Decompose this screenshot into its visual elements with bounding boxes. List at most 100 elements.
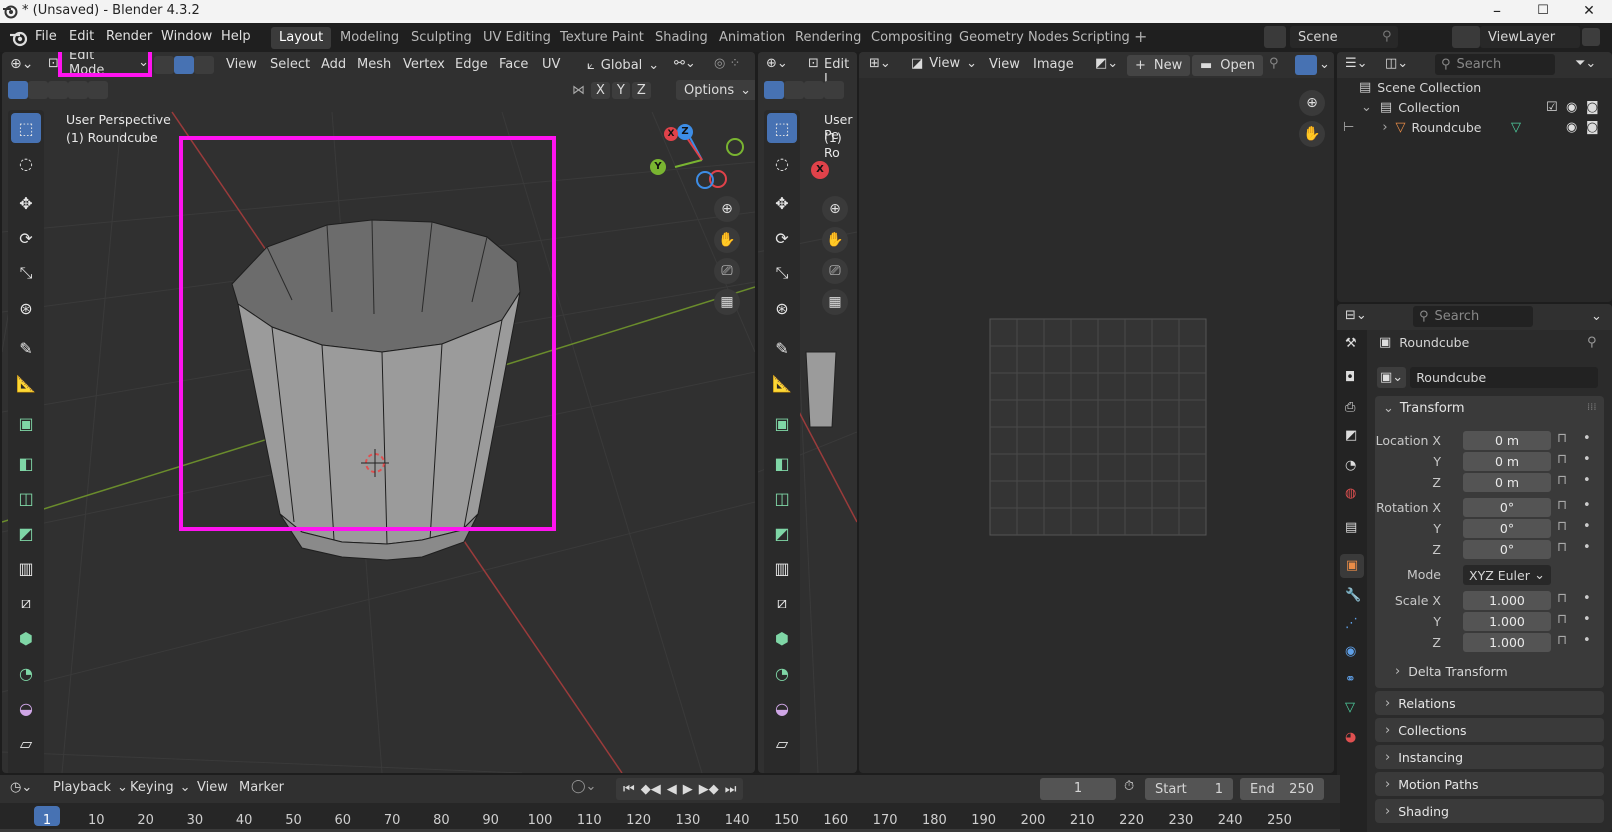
menu-file[interactable]: File <box>35 29 57 44</box>
editor-type-icon[interactable]: ⊕⌄ <box>766 56 788 71</box>
extrude-tool-icon[interactable]: ◧ <box>11 448 41 478</box>
outliner-search[interactable]: ⚲ Search <box>1435 54 1555 75</box>
scene-selector-icon[interactable] <box>1264 26 1286 48</box>
keyframe-dot-icon[interactable]: • <box>1583 591 1591 606</box>
tab-geometry-nodes[interactable]: Geometry Nodes <box>951 27 1077 49</box>
new-view-layer-icon[interactable] <box>1582 28 1600 46</box>
hand-pan-icon[interactable]: ✋ <box>822 227 848 253</box>
relations-panel[interactable]: › Relations <box>1375 691 1604 715</box>
mesh-data-icon[interactable]: ▽ <box>1511 120 1521 135</box>
view-mode-selector[interactable]: ◪ View ⌄ <box>911 56 977 71</box>
menu-select[interactable]: Select <box>270 57 310 72</box>
poly-build-tool-icon[interactable]: ⬢ <box>11 623 41 653</box>
cursor-tool-icon[interactable]: ◌ <box>11 148 41 178</box>
filter-icon[interactable]: ⏷⌄ <box>1575 56 1596 71</box>
keyframe-dot-icon[interactable]: • <box>1583 540 1591 555</box>
lock-icon[interactable]: ⊓ <box>1557 452 1567 467</box>
motion-paths-panel[interactable]: › Motion Paths <box>1375 772 1604 796</box>
scale-z-field[interactable]: 1.000 <box>1463 633 1551 652</box>
add-workspace-button[interactable]: + <box>1134 27 1147 46</box>
hand-pan-icon[interactable]: ✋ <box>1299 121 1325 147</box>
menu-edge[interactable]: Edge <box>455 57 488 72</box>
select-box-invert-icon[interactable] <box>68 81 88 99</box>
transform-tool-icon[interactable]: ⊛ <box>767 293 797 323</box>
lock-icon[interactable]: ⊓ <box>1557 540 1567 555</box>
tab-compositing[interactable]: Compositing <box>863 27 961 49</box>
menu-mesh[interactable]: Mesh <box>357 57 391 72</box>
face-select-icon[interactable] <box>194 56 214 74</box>
material-tab-icon[interactable]: ◕ <box>1345 730 1356 745</box>
menu-image[interactable]: Image <box>1033 57 1074 72</box>
move-tool-icon[interactable]: ✥ <box>767 188 797 218</box>
timeline-view-menu[interactable]: View <box>197 780 228 795</box>
scale-tool-icon[interactable]: ⤡ <box>11 258 41 288</box>
select-box-new-icon[interactable] <box>764 81 784 99</box>
knife-tool-icon[interactable]: ⧄ <box>767 588 797 618</box>
camera-icon[interactable]: ⎚ <box>822 258 848 284</box>
rotation-x-field[interactable]: 0° <box>1463 498 1551 517</box>
shading-panel[interactable]: › Shading <box>1375 799 1604 823</box>
select-box-intersect-icon[interactable] <box>88 81 108 99</box>
spin-tool-icon[interactable]: ◔ <box>767 658 797 688</box>
drag-handle-icon[interactable]: ⁞⁞⁞ <box>1587 402 1597 413</box>
scale-tool-icon[interactable]: ⤡ <box>767 258 797 288</box>
scale-y-field[interactable]: 1.000 <box>1463 612 1551 631</box>
jump-end-icon[interactable]: ⏭ <box>725 782 737 797</box>
poly-build-tool-icon[interactable]: ⬢ <box>767 623 797 653</box>
select-box-invert-icon[interactable] <box>824 81 844 99</box>
view-layer-selector-icon[interactable] <box>1452 26 1480 48</box>
proportional-edit-icon[interactable]: ◎ ⁘ <box>714 56 740 71</box>
menu-help[interactable]: Help <box>221 29 251 44</box>
zoom-icon[interactable]: ⊕ <box>714 196 740 222</box>
object-name-field[interactable]: Roundcube <box>1410 367 1599 388</box>
keyframe-dot-icon[interactable]: • <box>1583 519 1591 534</box>
select-box-new-icon[interactable] <box>8 81 28 99</box>
lock-icon[interactable]: ⊓ <box>1557 473 1567 488</box>
rotation-z-field[interactable]: 0° <box>1463 540 1551 559</box>
next-keyframe-icon[interactable]: ▶◆ <box>699 782 719 797</box>
viewport-3d-secondary[interactable]: ⊕⌄ ⊡ Edit I User Pe (1) Ro X ⊕ ✋ ⎚ ▦ ⬚ ◌… <box>758 52 857 773</box>
stopwatch-icon[interactable]: ⏱ <box>1124 779 1134 794</box>
collections-panel[interactable]: › Collections <box>1375 718 1604 742</box>
uv-sync-icon[interactable] <box>1295 55 1317 75</box>
outliner[interactable]: ☰⌄ ◫⌄ ⚲ Search ⏷⌄ ▤ Scene Collection ⌄ ▤… <box>1337 52 1612 302</box>
select-box-subtract-icon[interactable] <box>48 81 68 99</box>
scale-x-field[interactable]: 1.000 <box>1463 591 1551 610</box>
chevron-down-icon[interactable]: ⌄ <box>1361 100 1372 115</box>
loop-cut-tool-icon[interactable]: ▥ <box>11 553 41 583</box>
inset-tool-icon[interactable]: ◫ <box>767 483 797 513</box>
loop-cut-tool-icon[interactable]: ▥ <box>767 553 797 583</box>
data-tab-icon[interactable]: ▽ <box>1345 700 1355 715</box>
lock-icon[interactable]: ⊓ <box>1557 519 1567 534</box>
end-frame-field[interactable]: End 250 <box>1240 778 1324 800</box>
chevron-down-icon[interactable]: ⌄ <box>1591 309 1602 324</box>
lock-icon[interactable]: ⊓ <box>1557 612 1567 627</box>
exclude-checkbox-icon[interactable]: ☑ <box>1546 100 1558 115</box>
scene-tab-icon[interactable]: ◔ <box>1345 458 1356 473</box>
smooth-tool-icon[interactable]: ◒ <box>11 693 41 723</box>
instancing-panel[interactable]: › Instancing <box>1375 745 1604 769</box>
transform-tool-icon[interactable]: ⊛ <box>11 293 41 323</box>
lock-icon[interactable]: ⊓ <box>1557 633 1567 648</box>
location-z-field[interactable]: 0 m <box>1463 473 1551 492</box>
mirror-z-toggle[interactable]: Z <box>631 81 651 99</box>
gizmo-y-icon[interactable]: Y <box>650 159 666 175</box>
rotation-mode-dropdown[interactable]: XYZ Euler ⌄ <box>1463 565 1551 585</box>
grid-toggle-icon[interactable]: ▦ <box>822 289 848 315</box>
open-image-button[interactable]: ▬ Open <box>1192 55 1264 76</box>
editor-type-icon[interactable]: ⊞⌄ <box>869 56 891 71</box>
edge-select-icon[interactable] <box>174 56 194 74</box>
auto-keying-icon[interactable]: ◯⌄ <box>571 779 596 794</box>
keyframe-dot-icon[interactable]: • <box>1583 452 1591 467</box>
view-layer-tab-icon[interactable]: ◩ <box>1345 428 1357 443</box>
start-frame-field[interactable]: Start 1 <box>1145 778 1233 800</box>
tab-layout[interactable]: Layout <box>271 27 332 49</box>
smooth-tool-icon[interactable]: ◒ <box>767 693 797 723</box>
hand-pan-icon[interactable]: ✋ <box>714 227 740 253</box>
menu-face[interactable]: Face <box>499 57 528 72</box>
delta-transform-row[interactable]: › Delta Transform <box>1395 664 1508 679</box>
viewport-3d[interactable]: ⊕⌄ ⊡ Edit Mode ⌄ View Select Add Mesh Ve… <box>2 52 755 773</box>
menu-render[interactable]: Render <box>106 29 152 44</box>
tab-sculpting[interactable]: Sculpting <box>403 27 480 49</box>
keying-menu[interactable]: Keying ⌄ <box>130 780 191 795</box>
